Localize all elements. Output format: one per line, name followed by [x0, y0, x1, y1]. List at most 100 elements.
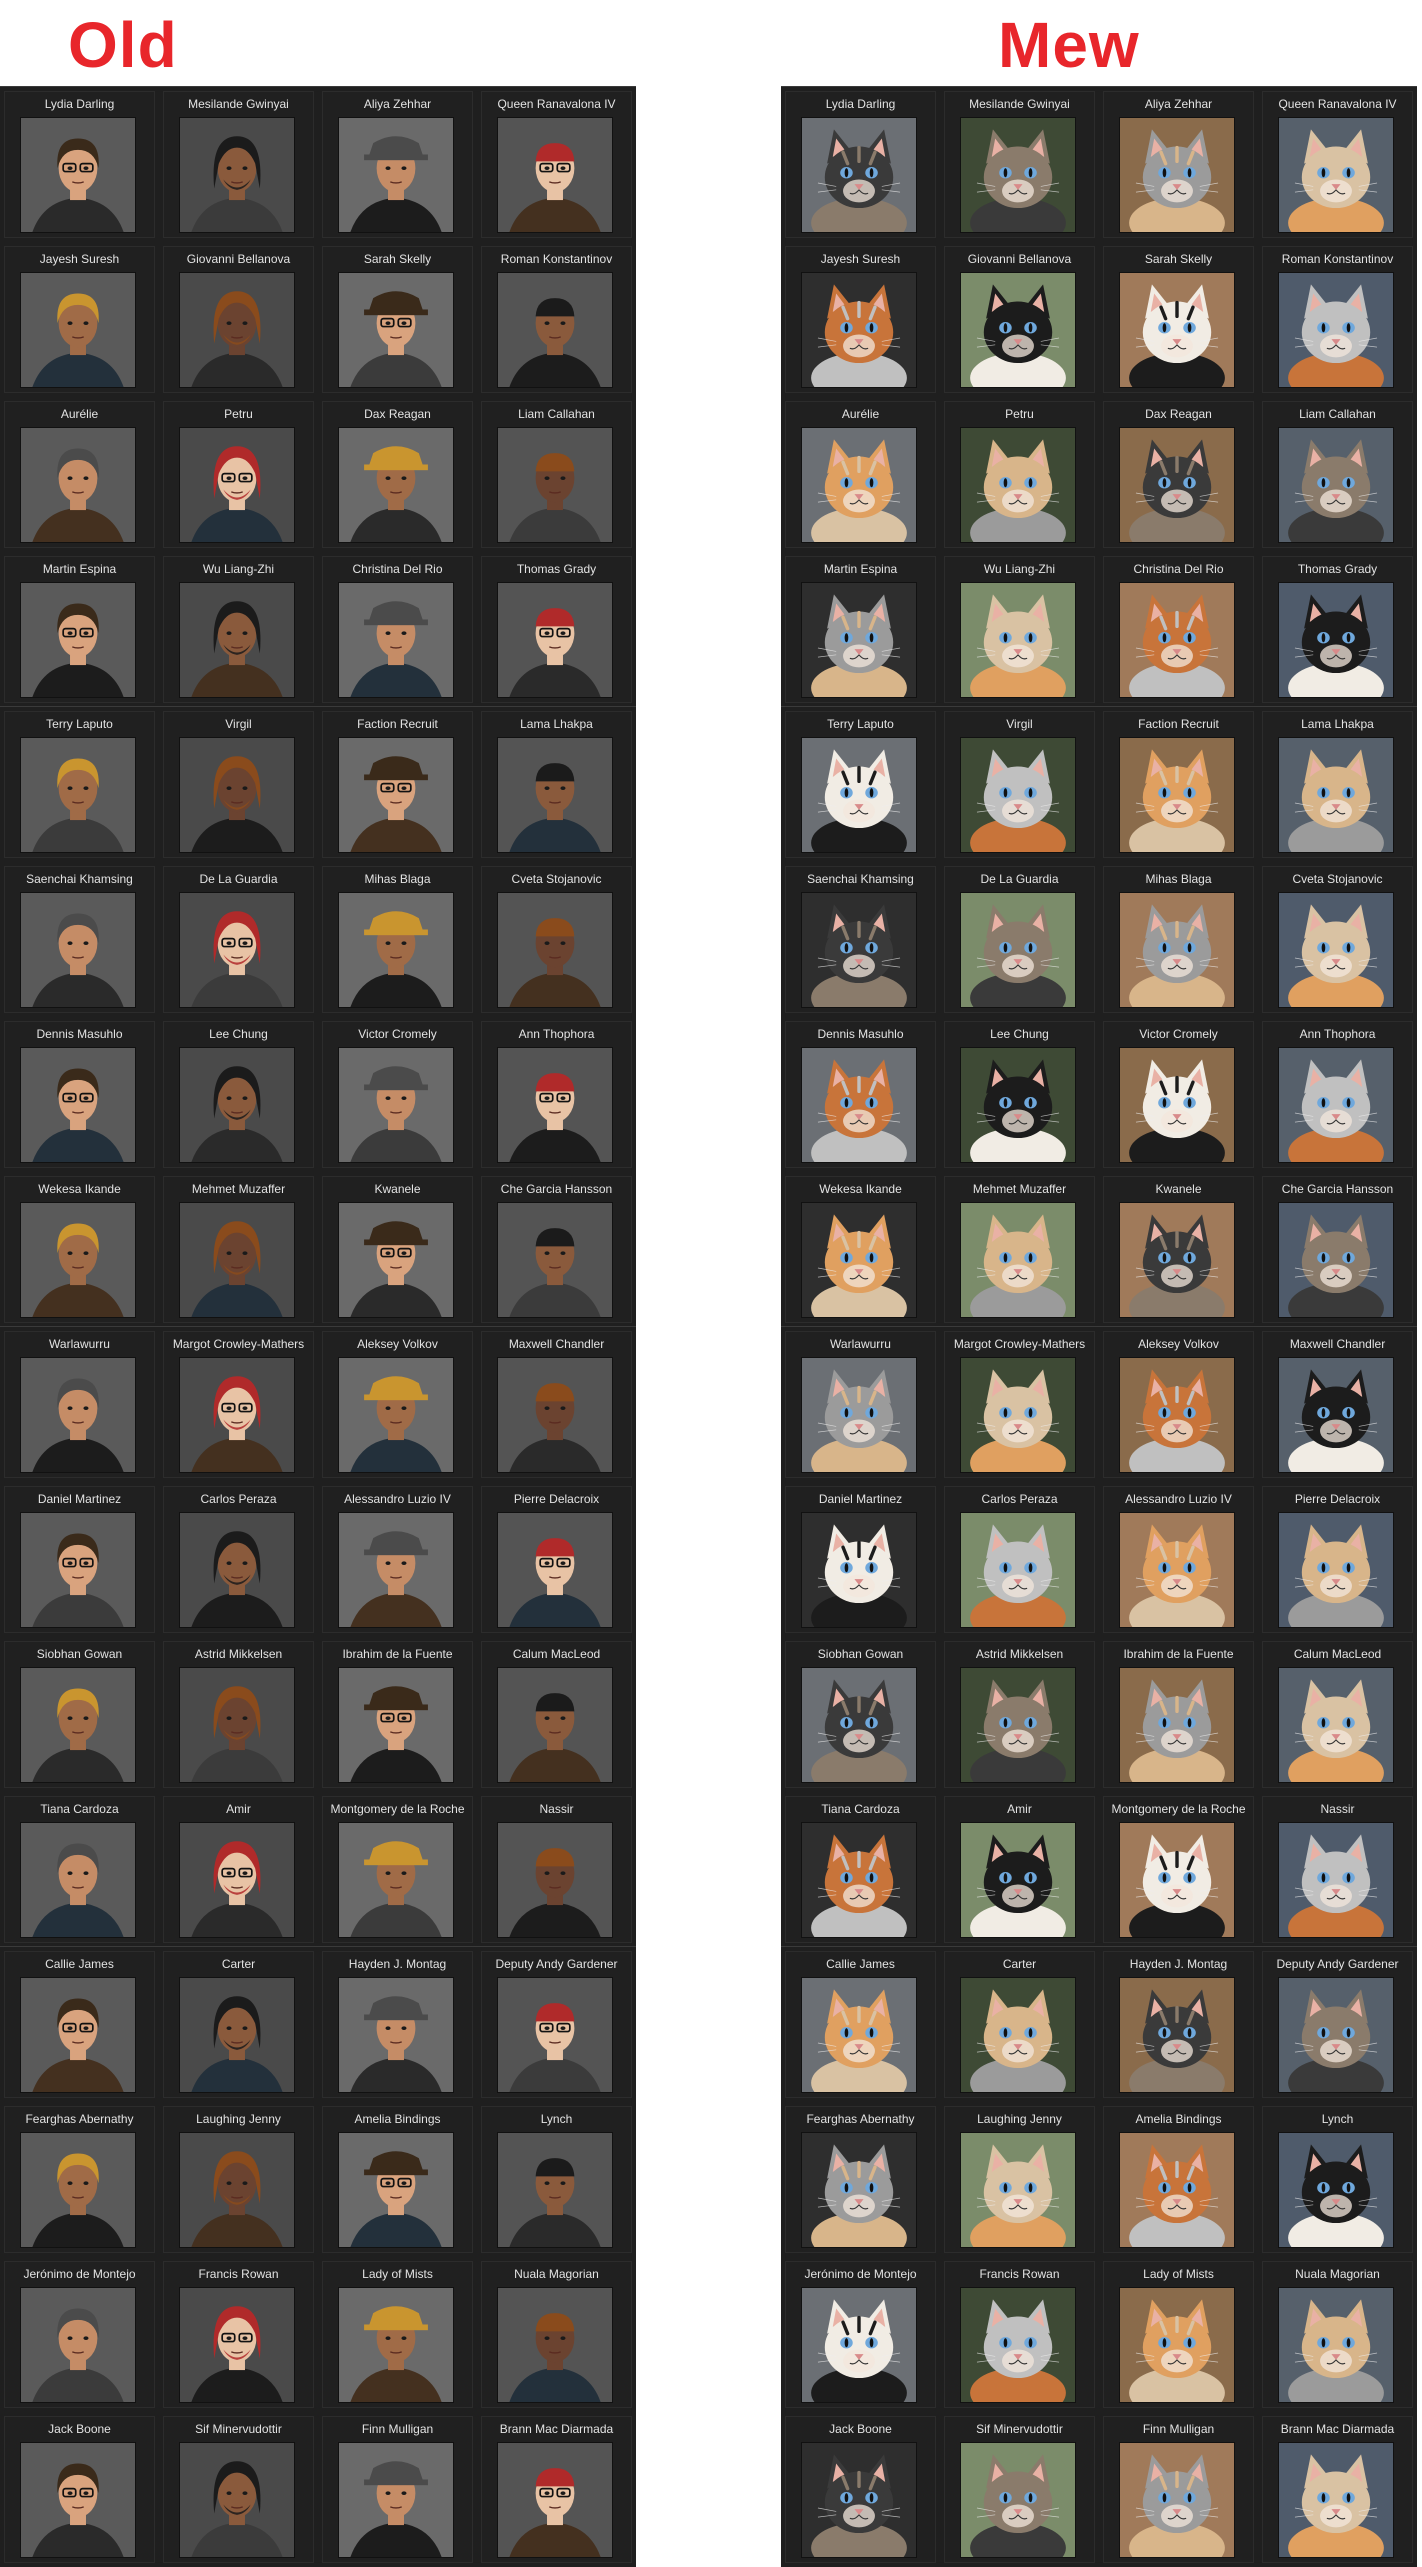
old-portrait-card[interactable]: Pierre Delacroix [477, 1482, 636, 1637]
new-portrait-card[interactable]: Ann Thophora [1258, 1017, 1417, 1172]
new-portrait-card[interactable]: Dax Reagan [1099, 397, 1258, 552]
old-portrait-card[interactable]: Callie James [0, 1947, 159, 2102]
new-portrait-card[interactable]: Nassir [1258, 1792, 1417, 1947]
old-portrait-card[interactable]: Amelia Bindings [318, 2102, 477, 2257]
new-portrait-card[interactable]: Mihas Blaga [1099, 862, 1258, 1017]
new-portrait-card[interactable]: Callie James [781, 1947, 940, 2102]
new-portrait-card[interactable]: Liam Callahan [1258, 397, 1417, 552]
old-portrait-card[interactable]: Liam Callahan [477, 397, 636, 552]
new-portrait-card[interactable]: Mehmet Muzaffer [940, 1172, 1099, 1327]
new-portrait-card[interactable]: Queen Ranavalona IV [1258, 87, 1417, 242]
old-portrait-card[interactable]: Terry Laputo [0, 707, 159, 862]
new-portrait-card[interactable]: Alessandro Luzio IV [1099, 1482, 1258, 1637]
new-portrait-card[interactable]: Aleksey Volkov [1099, 1327, 1258, 1482]
old-portrait-card[interactable]: Faction Recruit [318, 707, 477, 862]
new-portrait-card[interactable]: Sif Minervudottir [940, 2412, 1099, 2567]
old-portrait-card[interactable]: Sif Minervudottir [159, 2412, 318, 2567]
old-portrait-card[interactable]: Lady of Mists [318, 2257, 477, 2412]
old-portrait-card[interactable]: Cveta Stojanovic [477, 862, 636, 1017]
old-portrait-card[interactable]: Astrid Mikkelsen [159, 1637, 318, 1792]
new-portrait-card[interactable]: Carlos Peraza [940, 1482, 1099, 1637]
new-portrait-card[interactable]: Petru [940, 397, 1099, 552]
new-portrait-card[interactable]: Wekesa Ikande [781, 1172, 940, 1327]
old-portrait-card[interactable]: Roman Konstantinov [477, 242, 636, 397]
new-portrait-card[interactable]: Warlawurru [781, 1327, 940, 1482]
old-portrait-card[interactable]: Giovanni Bellanova [159, 242, 318, 397]
old-portrait-card[interactable]: Dennis Masuhlo [0, 1017, 159, 1172]
new-portrait-card[interactable]: Jayesh Suresh [781, 242, 940, 397]
old-portrait-card[interactable]: Deputy Andy Gardener [477, 1947, 636, 2102]
new-portrait-card[interactable]: Dennis Masuhlo [781, 1017, 940, 1172]
new-portrait-card[interactable]: De La Guardia [940, 862, 1099, 1017]
old-portrait-card[interactable]: Wekesa Ikande [0, 1172, 159, 1327]
old-portrait-card[interactable]: Carter [159, 1947, 318, 2102]
new-portrait-card[interactable]: Kwanele [1099, 1172, 1258, 1327]
old-portrait-card[interactable]: Aleksey Volkov [318, 1327, 477, 1482]
old-portrait-card[interactable]: Jack Boone [0, 2412, 159, 2567]
old-portrait-card[interactable]: Montgomery de la Roche [318, 1792, 477, 1947]
old-portrait-card[interactable]: Laughing Jenny [159, 2102, 318, 2257]
new-portrait-card[interactable]: Martin Espina [781, 552, 940, 707]
old-portrait-card[interactable]: Saenchai Khamsing [0, 862, 159, 1017]
new-portrait-card[interactable]: Nuala Magorian [1258, 2257, 1417, 2412]
new-portrait-card[interactable]: Ibrahim de la Fuente [1099, 1637, 1258, 1792]
new-portrait-card[interactable]: Che Garcia Hansson [1258, 1172, 1417, 1327]
old-portrait-card[interactable]: Nassir [477, 1792, 636, 1947]
old-portrait-card[interactable]: Thomas Grady [477, 552, 636, 707]
new-portrait-card[interactable]: Victor Cromely [1099, 1017, 1258, 1172]
new-portrait-card[interactable]: Deputy Andy Gardener [1258, 1947, 1417, 2102]
new-portrait-card[interactable]: Siobhan Gowan [781, 1637, 940, 1792]
new-portrait-card[interactable]: Amelia Bindings [1099, 2102, 1258, 2257]
old-portrait-card[interactable]: Aliya Zehhar [318, 87, 477, 242]
old-portrait-card[interactable]: Che Garcia Hansson [477, 1172, 636, 1327]
new-portrait-card[interactable]: Terry Laputo [781, 707, 940, 862]
old-portrait-card[interactable]: Lama Lhakpa [477, 707, 636, 862]
new-portrait-card[interactable]: Sarah Skelly [1099, 242, 1258, 397]
new-portrait-card[interactable]: Laughing Jenny [940, 2102, 1099, 2257]
new-portrait-card[interactable]: Virgil [940, 707, 1099, 862]
new-portrait-card[interactable]: Daniel Martinez [781, 1482, 940, 1637]
old-portrait-card[interactable]: Ibrahim de la Fuente [318, 1637, 477, 1792]
new-portrait-card[interactable]: Jack Boone [781, 2412, 940, 2567]
new-portrait-card[interactable]: Lee Chung [940, 1017, 1099, 1172]
old-portrait-card[interactable]: Nuala Magorian [477, 2257, 636, 2412]
old-portrait-card[interactable]: Finn Mulligan [318, 2412, 477, 2567]
old-portrait-card[interactable]: Maxwell Chandler [477, 1327, 636, 1482]
new-portrait-card[interactable]: Lynch [1258, 2102, 1417, 2257]
old-portrait-card[interactable]: Christina Del Rio [318, 552, 477, 707]
old-portrait-card[interactable]: Tiana Cardoza [0, 1792, 159, 1947]
old-portrait-card[interactable]: Mesilande Gwinyai [159, 87, 318, 242]
old-portrait-card[interactable]: Martin Espina [0, 552, 159, 707]
new-portrait-card[interactable]: Lydia Darling [781, 87, 940, 242]
new-portrait-card[interactable]: Calum MacLeod [1258, 1637, 1417, 1792]
old-portrait-card[interactable]: Ann Thophora [477, 1017, 636, 1172]
new-portrait-card[interactable]: Tiana Cardoza [781, 1792, 940, 1947]
new-portrait-card[interactable]: Wu Liang-Zhi [940, 552, 1099, 707]
new-portrait-card[interactable]: Hayden J. Montag [1099, 1947, 1258, 2102]
old-portrait-card[interactable]: Margot Crowley-Mathers [159, 1327, 318, 1482]
new-portrait-card[interactable]: Thomas Grady [1258, 552, 1417, 707]
old-portrait-card[interactable]: Queen Ranavalona IV [477, 87, 636, 242]
old-portrait-card[interactable]: Hayden J. Montag [318, 1947, 477, 2102]
new-portrait-card[interactable]: Jerónimo de Montejo [781, 2257, 940, 2412]
new-portrait-card[interactable]: Fearghas Abernathy [781, 2102, 940, 2257]
old-portrait-card[interactable]: Lee Chung [159, 1017, 318, 1172]
new-portrait-card[interactable]: Maxwell Chandler [1258, 1327, 1417, 1482]
new-portrait-card[interactable]: Carter [940, 1947, 1099, 2102]
old-portrait-card[interactable]: Francis Rowan [159, 2257, 318, 2412]
old-portrait-card[interactable]: Warlawurru [0, 1327, 159, 1482]
old-portrait-card[interactable]: Dax Reagan [318, 397, 477, 552]
old-portrait-card[interactable]: Jerónimo de Montejo [0, 2257, 159, 2412]
old-portrait-card[interactable]: Siobhan Gowan [0, 1637, 159, 1792]
old-portrait-card[interactable]: Carlos Peraza [159, 1482, 318, 1637]
new-portrait-card[interactable]: Christina Del Rio [1099, 552, 1258, 707]
old-portrait-card[interactable]: De La Guardia [159, 862, 318, 1017]
old-portrait-card[interactable]: Aurélie [0, 397, 159, 552]
old-portrait-card[interactable]: Petru [159, 397, 318, 552]
old-portrait-card[interactable]: Jayesh Suresh [0, 242, 159, 397]
old-portrait-card[interactable]: Sarah Skelly [318, 242, 477, 397]
new-portrait-card[interactable]: Montgomery de la Roche [1099, 1792, 1258, 1947]
new-portrait-card[interactable]: Margot Crowley-Mathers [940, 1327, 1099, 1482]
new-portrait-card[interactable]: Mesilande Gwinyai [940, 87, 1099, 242]
new-portrait-card[interactable]: Aurélie [781, 397, 940, 552]
